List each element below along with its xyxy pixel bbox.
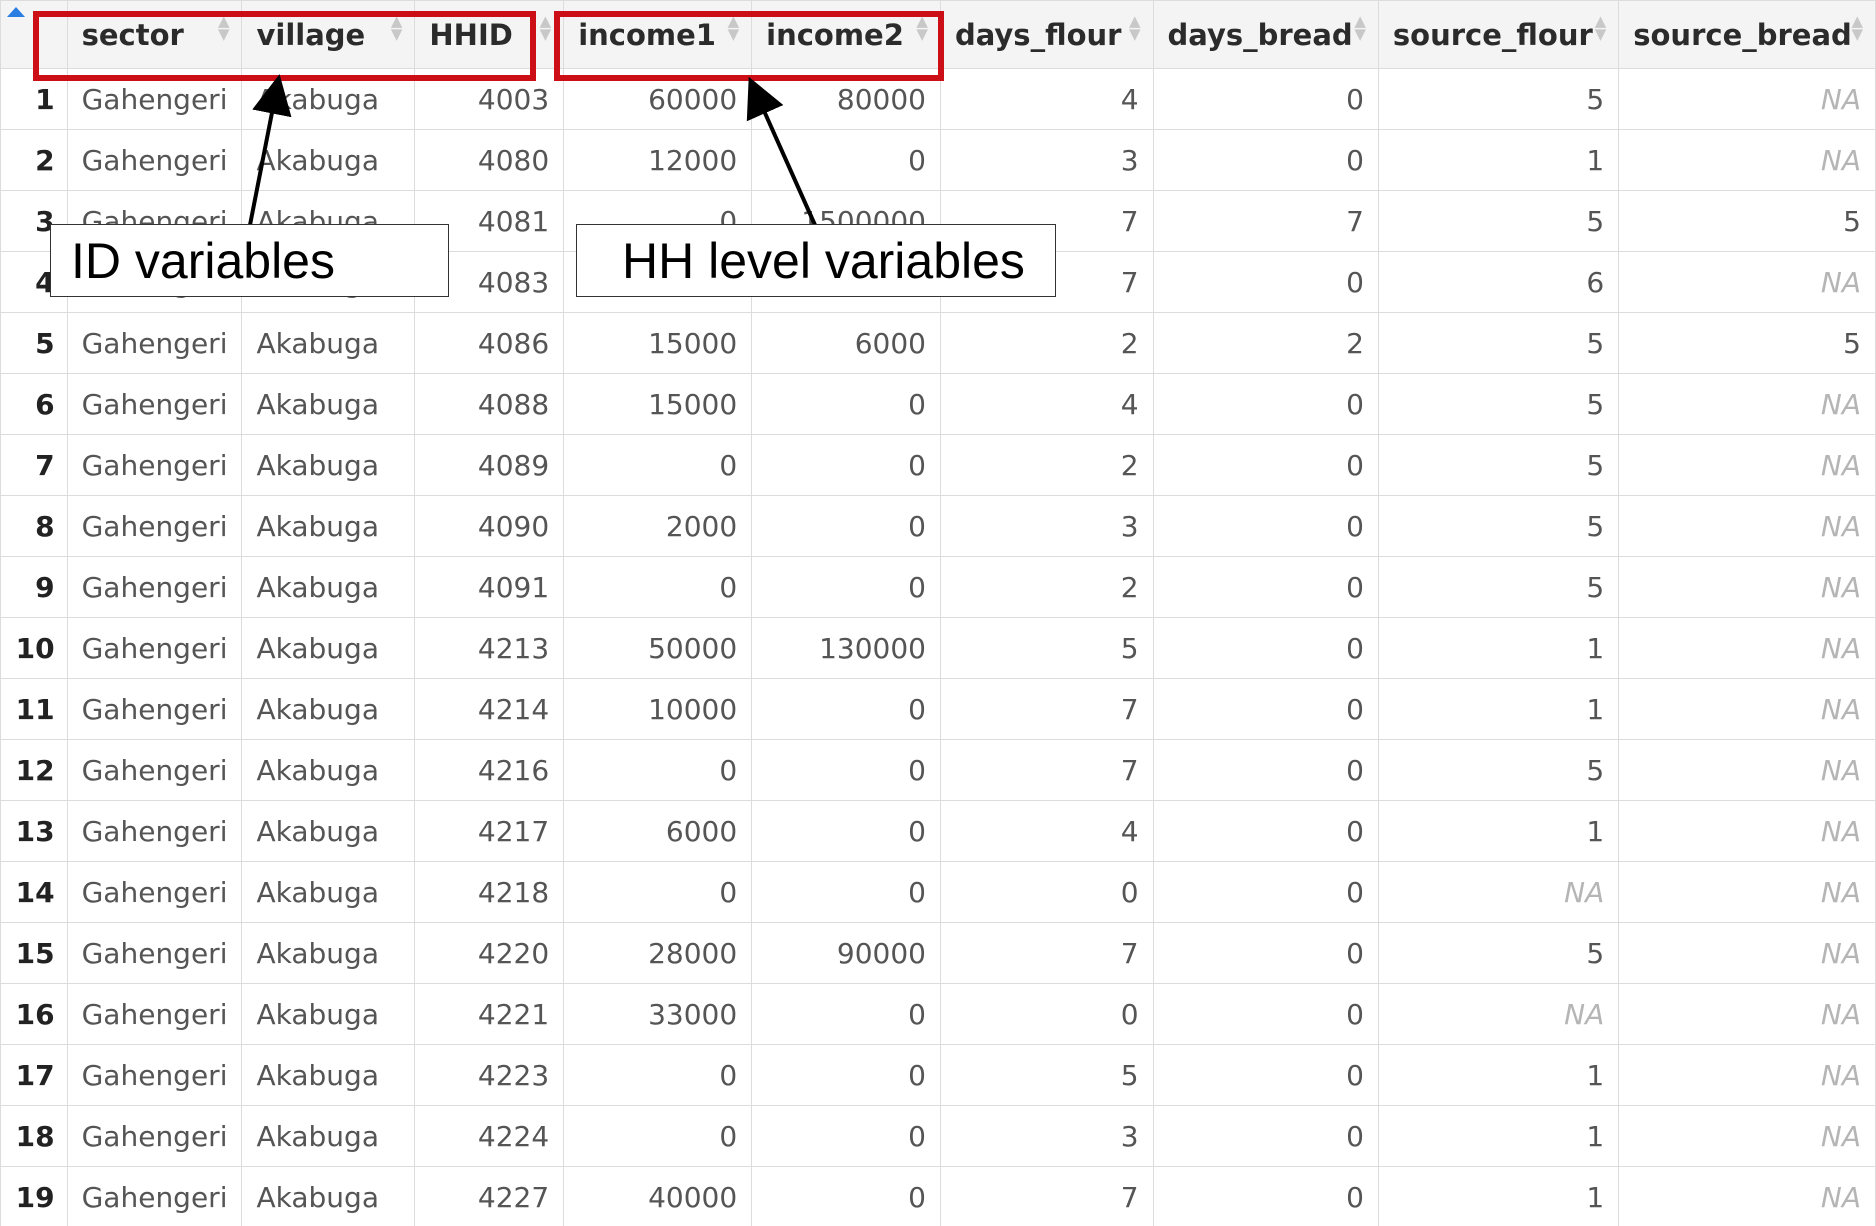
id-variables-callout: ID variables xyxy=(50,224,449,297)
hh-arrow xyxy=(746,76,817,226)
hh-variables-callout: HH level variables xyxy=(576,224,1056,297)
annotation-arrows xyxy=(248,74,817,226)
data-viewer: sector ▲ ▼ village ▲ ▼ HHID ▲ ▼ income1 ▲ ▼ inco… xyxy=(0,0,1876,1226)
id-arrow xyxy=(248,74,292,226)
